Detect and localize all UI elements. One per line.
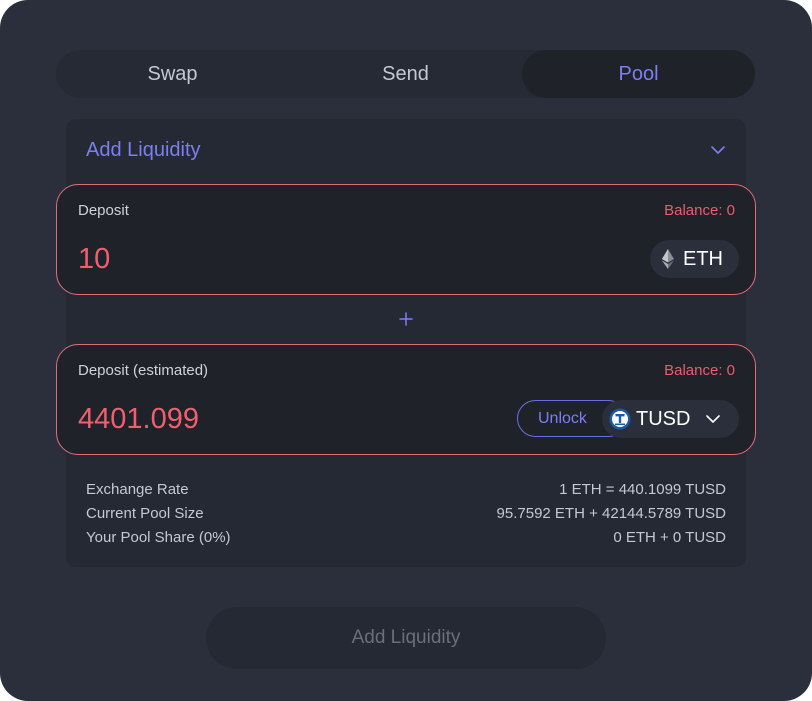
panel-title: Add Liquidity <box>86 139 201 161</box>
tab-send[interactable]: Send <box>289 50 522 98</box>
deposit-input-box: Deposit Balance: 0 ETH <box>56 184 756 295</box>
stat-label: Current Pool Size <box>86 505 204 522</box>
tusd-token-selector[interactable]: TUSD <box>602 400 739 438</box>
stat-label: Your Pool Share (0%) <box>86 529 231 546</box>
chevron-down-icon[interactable] <box>708 140 728 160</box>
plus-icon <box>399 312 413 326</box>
stat-label: Exchange Rate <box>86 481 189 498</box>
balance-label: Balance: 0 <box>664 202 735 219</box>
tusd-icon <box>609 408 631 430</box>
pool-stats: Exchange Rate 1 ETH = 440.1099 TUSD Curr… <box>86 481 726 553</box>
stat-value: 1 ETH = 440.1099 TUSD <box>559 481 726 498</box>
deposit-amount-input[interactable] <box>78 241 458 277</box>
eth-token-selector[interactable]: ETH <box>650 240 739 278</box>
stat-row-exchange-rate: Exchange Rate 1 ETH = 440.1099 TUSD <box>86 481 726 505</box>
token-symbol: ETH <box>683 247 723 270</box>
token-symbol: TUSD <box>636 407 691 430</box>
tab-pool[interactable]: Pool <box>522 50 755 98</box>
tab-swap[interactable]: Swap <box>56 50 289 98</box>
stat-row-pool-size: Current Pool Size 95.7592 ETH + 42144.57… <box>86 505 726 529</box>
stat-value: 95.7592 ETH + 42144.5789 TUSD <box>496 505 726 522</box>
deposit-estimated-box: Deposit (estimated) Balance: 0 Unlock TU… <box>56 344 756 455</box>
deposit-estimated-input[interactable] <box>78 401 458 437</box>
stat-value: 0 ETH + 0 TUSD <box>613 529 726 546</box>
pool-card: Swap Send Pool Add Liquidity Deposit Bal… <box>0 0 812 701</box>
chevron-down-icon <box>706 415 721 423</box>
add-liquidity-button[interactable]: Add Liquidity <box>206 607 606 669</box>
tab-bar: Swap Send Pool <box>56 50 755 98</box>
eth-icon <box>662 249 676 269</box>
balance-label: Balance: 0 <box>664 362 735 379</box>
deposit-estimated-label: Deposit (estimated) <box>78 362 209 379</box>
stat-row-pool-share: Your Pool Share (0%) 0 ETH + 0 TUSD <box>86 529 726 553</box>
deposit-label: Deposit <box>78 202 129 219</box>
